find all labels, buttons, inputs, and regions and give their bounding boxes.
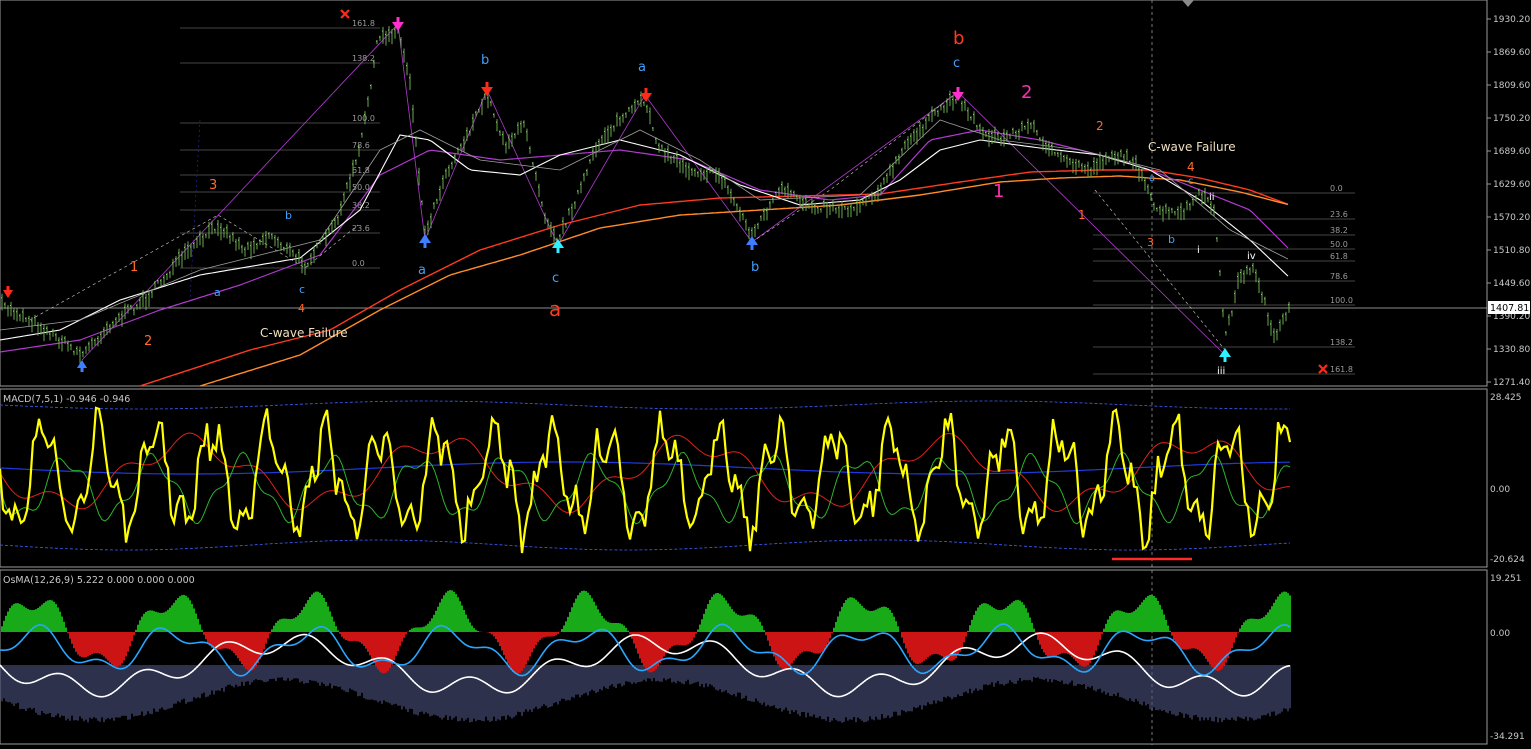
wave-label-r1: 1	[1078, 208, 1086, 222]
wave-label-ra: a	[1149, 173, 1155, 184]
svg-text:1689.60: 1689.60	[1493, 147, 1530, 157]
macd-title: MACD(7,5,1) -0.946 -0.946	[3, 394, 130, 405]
wave-label-b3: b	[751, 260, 759, 275]
svg-text:0.00: 0.00	[1490, 485, 1510, 495]
wave-label-b: b	[285, 209, 292, 222]
svg-text:100.0: 100.0	[1330, 296, 1353, 305]
svg-text:19.251: 19.251	[1490, 574, 1522, 584]
svg-text:1449.60: 1449.60	[1493, 279, 1530, 289]
trading-chart-window: 161.8 138.2 100.0 78.6 61.8 50.0 38.2 23.6 0.0 0…	[0, 0, 1531, 745]
svg-text:78.6: 78.6	[352, 141, 370, 150]
svg-text:0.00: 0.00	[1490, 629, 1510, 639]
big-wave-label-a: a	[549, 297, 561, 321]
svg-text:1510.80: 1510.80	[1493, 246, 1530, 256]
svg-text:61.8: 61.8	[352, 166, 370, 175]
svg-text:1330.80: 1330.80	[1493, 345, 1530, 355]
svg-text:23.6: 23.6	[352, 224, 370, 233]
svg-text:28.425: 28.425	[1490, 393, 1522, 403]
osma-title: OsMA(12,26,9) 5.222 0.000 0.000 0.000	[3, 575, 195, 586]
svg-text:78.6: 78.6	[1330, 272, 1348, 281]
current-price-value: 1407.81	[1490, 303, 1529, 314]
wave-label-ii: ii	[1209, 192, 1215, 203]
big-wave-label-b: b	[953, 28, 964, 49]
svg-text:1629.60: 1629.60	[1493, 180, 1530, 190]
wave-label-4: 4	[298, 302, 305, 315]
svg-text:100.0: 100.0	[352, 114, 375, 123]
svg-text:0.0: 0.0	[352, 259, 365, 268]
svg-text:1809.60: 1809.60	[1493, 81, 1530, 91]
wave-label-c: c	[299, 283, 305, 296]
wave-label-r4: 4	[1187, 160, 1195, 174]
svg-text:61.8: 61.8	[1330, 252, 1348, 261]
svg-text:1271.40: 1271.40	[1493, 378, 1530, 388]
svg-text:138.2: 138.2	[1330, 338, 1353, 347]
wave-label-rc: c	[1188, 176, 1194, 187]
big-wave-label-2: 2	[1021, 82, 1032, 103]
svg-text:138.2: 138.2	[352, 54, 375, 63]
wave-label-2: 2	[144, 334, 152, 349]
svg-text:-20.624: -20.624	[1490, 555, 1525, 565]
wave-label-c3: c	[953, 56, 960, 71]
wave-label-iv: iv	[1247, 251, 1256, 262]
big-wave-label-1: 1	[993, 181, 1004, 202]
svg-text:161.8: 161.8	[352, 19, 375, 28]
wave-label-r3: 3	[1147, 236, 1154, 249]
chart-canvas[interactable]: 161.8138.2100.078.661.850.038.223.60.0 0…	[0, 0, 1531, 745]
svg-text:1930.20: 1930.20	[1493, 15, 1530, 25]
svg-text:50.0: 50.0	[1330, 240, 1348, 249]
wave-label-rb: b	[1168, 233, 1175, 246]
svg-text:1869.60: 1869.60	[1493, 48, 1530, 58]
cwave-failure-label-left: C-wave Failure	[260, 326, 348, 340]
wave-label-r2: 2	[1096, 119, 1104, 133]
wave-label-a: a	[214, 286, 221, 299]
wave-label-c2: c	[552, 271, 559, 286]
svg-text:1750.20: 1750.20	[1493, 114, 1530, 124]
wave-label-a3: a	[638, 60, 646, 75]
cwave-failure-label-right: C-wave Failure	[1148, 140, 1236, 154]
wave-label-a2: a	[418, 263, 426, 278]
wave-label-i: i	[1197, 245, 1200, 256]
svg-text:0.0: 0.0	[1330, 184, 1343, 193]
svg-text:161.8: 161.8	[1330, 365, 1353, 374]
svg-text:38.2: 38.2	[1330, 226, 1348, 235]
svg-text:23.6: 23.6	[1330, 210, 1348, 219]
wave-label-1: 1	[130, 260, 138, 275]
wave-label-iii: iii	[1217, 366, 1225, 377]
wave-label-b2: b	[481, 53, 489, 68]
svg-text:1570.20: 1570.20	[1493, 213, 1530, 223]
wave-label-3: 3	[209, 178, 217, 193]
svg-text:-34.291: -34.291	[1490, 732, 1525, 742]
